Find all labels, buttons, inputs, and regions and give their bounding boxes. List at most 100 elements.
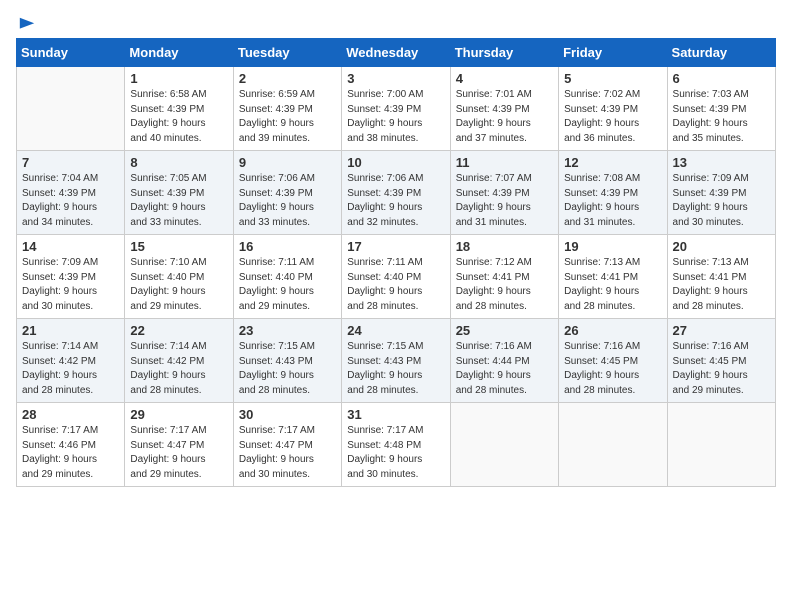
calendar-cell: 14Sunrise: 7:09 AM Sunset: 4:39 PM Dayli…	[17, 235, 125, 319]
calendar-week-row: 1 Sunrise: 6:58 AM Sunset: 4:39 PM Daylig…	[17, 67, 776, 151]
calendar-cell: 24 Sunrise: 7:15 AM Sunset: 4:43 PM Dayli…	[342, 319, 450, 403]
calendar-week-row: 21 Sunrise: 7:14 AM Sunset: 4:42 PM Dayli…	[17, 319, 776, 403]
day-info: Sunrise: 7:09 AM Sunset: 4:39 PM Dayligh…	[22, 256, 119, 314]
day-info: Sunrise: 7:03 AM Sunset: 4:39 PM Dayligh…	[673, 88, 770, 146]
calendar-cell: 1 Sunrise: 6:58 AM Sunset: 4:39 PM Daylig…	[125, 67, 233, 151]
day-info: Sunrise: 7:13 AM Sunset: 4:41 PM Dayligh…	[564, 256, 661, 314]
calendar-cell: 29Sunrise: 7:17 AM Sunset: 4:47 PM Dayli…	[125, 403, 233, 487]
day-info: Sunrise: 7:02 AM Sunset: 4:39 PM Dayligh…	[564, 88, 661, 146]
day-number: 24	[347, 323, 444, 338]
day-number: 19	[564, 239, 661, 254]
calendar-cell: 18 Sunrise: 7:12 AM Sunset: 4:41 PM Dayli…	[450, 235, 558, 319]
calendar-cell: 27 Sunrise: 7:16 AM Sunset: 4:45 PM Dayli…	[667, 319, 775, 403]
calendar-table: SundayMondayTuesdayWednesdayThursdayFrid…	[16, 38, 776, 487]
calendar-cell: 6 Sunrise: 7:03 AM Sunset: 4:39 PM Daylig…	[667, 67, 775, 151]
day-number: 2	[239, 71, 336, 86]
day-number: 7	[22, 155, 119, 170]
calendar-cell	[667, 403, 775, 487]
day-info: Sunrise: 7:05 AM Sunset: 4:39 PM Dayligh…	[130, 172, 227, 230]
calendar-cell: 22 Sunrise: 7:14 AM Sunset: 4:42 PM Dayli…	[125, 319, 233, 403]
calendar-cell: 2 Sunrise: 6:59 AM Sunset: 4:39 PM Daylig…	[233, 67, 341, 151]
day-info: Sunrise: 7:15 AM Sunset: 4:43 PM Dayligh…	[239, 340, 336, 398]
calendar-cell	[559, 403, 667, 487]
calendar-cell: 20 Sunrise: 7:13 AM Sunset: 4:41 PM Dayli…	[667, 235, 775, 319]
day-number: 4	[456, 71, 553, 86]
day-number: 22	[130, 323, 227, 338]
day-info: Sunrise: 7:00 AM Sunset: 4:39 PM Dayligh…	[347, 88, 444, 146]
day-info: Sunrise: 7:16 AM Sunset: 4:45 PM Dayligh…	[673, 340, 770, 398]
day-number: 11	[456, 155, 553, 170]
calendar-cell: 5 Sunrise: 7:02 AM Sunset: 4:39 PM Daylig…	[559, 67, 667, 151]
day-number: 21	[22, 323, 119, 338]
day-number: 6	[673, 71, 770, 86]
calendar-cell: 19 Sunrise: 7:13 AM Sunset: 4:41 PM Dayli…	[559, 235, 667, 319]
day-number: 1	[130, 71, 227, 86]
day-number: 18	[456, 239, 553, 254]
day-number: 28	[22, 407, 119, 422]
day-number: 12	[564, 155, 661, 170]
calendar-cell: 30 Sunrise: 7:17 AM Sunset: 4:47 PM Dayli…	[233, 403, 341, 487]
day-info: Sunrise: 6:58 AM Sunset: 4:39 PM Dayligh…	[130, 88, 227, 146]
day-number: 5	[564, 71, 661, 86]
calendar-cell: 13Sunrise: 7:09 AM Sunset: 4:39 PM Dayli…	[667, 151, 775, 235]
day-info: Sunrise: 7:14 AM Sunset: 4:42 PM Dayligh…	[130, 340, 227, 398]
day-number: 26	[564, 323, 661, 338]
calendar-header-wednesday: Wednesday	[342, 39, 450, 67]
calendar-week-row: 14Sunrise: 7:09 AM Sunset: 4:39 PM Dayli…	[17, 235, 776, 319]
calendar-cell: 28 Sunrise: 7:17 AM Sunset: 4:46 PM Dayli…	[17, 403, 125, 487]
page-header	[16, 16, 776, 30]
day-number: 27	[673, 323, 770, 338]
day-number: 31	[347, 407, 444, 422]
calendar-cell: 23Sunrise: 7:15 AM Sunset: 4:43 PM Dayli…	[233, 319, 341, 403]
logo-flag-icon	[18, 16, 36, 34]
day-info: Sunrise: 6:59 AM Sunset: 4:39 PM Dayligh…	[239, 88, 336, 146]
calendar-cell: 31Sunrise: 7:17 AM Sunset: 4:48 PM Dayli…	[342, 403, 450, 487]
day-info: Sunrise: 7:11 AM Sunset: 4:40 PM Dayligh…	[239, 256, 336, 314]
day-info: Sunrise: 7:14 AM Sunset: 4:42 PM Dayligh…	[22, 340, 119, 398]
day-number: 9	[239, 155, 336, 170]
day-number: 17	[347, 239, 444, 254]
calendar-header-tuesday: Tuesday	[233, 39, 341, 67]
calendar-header-sunday: Sunday	[17, 39, 125, 67]
day-number: 10	[347, 155, 444, 170]
day-info: Sunrise: 7:16 AM Sunset: 4:45 PM Dayligh…	[564, 340, 661, 398]
day-number: 16	[239, 239, 336, 254]
calendar-week-row: 7Sunrise: 7:04 AM Sunset: 4:39 PM Daylig…	[17, 151, 776, 235]
day-info: Sunrise: 7:10 AM Sunset: 4:40 PM Dayligh…	[130, 256, 227, 314]
calendar-cell: 9Sunrise: 7:06 AM Sunset: 4:39 PM Daylig…	[233, 151, 341, 235]
calendar-cell: 8Sunrise: 7:05 AM Sunset: 4:39 PM Daylig…	[125, 151, 233, 235]
day-info: Sunrise: 7:11 AM Sunset: 4:40 PM Dayligh…	[347, 256, 444, 314]
calendar-cell: 7Sunrise: 7:04 AM Sunset: 4:39 PM Daylig…	[17, 151, 125, 235]
day-info: Sunrise: 7:06 AM Sunset: 4:39 PM Dayligh…	[347, 172, 444, 230]
day-number: 30	[239, 407, 336, 422]
calendar-header-row: SundayMondayTuesdayWednesdayThursdayFrid…	[17, 39, 776, 67]
day-info: Sunrise: 7:07 AM Sunset: 4:39 PM Dayligh…	[456, 172, 553, 230]
day-info: Sunrise: 7:15 AM Sunset: 4:43 PM Dayligh…	[347, 340, 444, 398]
day-info: Sunrise: 7:13 AM Sunset: 4:41 PM Dayligh…	[673, 256, 770, 314]
day-info: Sunrise: 7:01 AM Sunset: 4:39 PM Dayligh…	[456, 88, 553, 146]
calendar-cell: 11 Sunrise: 7:07 AM Sunset: 4:39 PM Dayli…	[450, 151, 558, 235]
day-number: 3	[347, 71, 444, 86]
day-number: 20	[673, 239, 770, 254]
day-info: Sunrise: 7:16 AM Sunset: 4:44 PM Dayligh…	[456, 340, 553, 398]
logo	[16, 16, 36, 30]
calendar-cell: 4 Sunrise: 7:01 AM Sunset: 4:39 PM Daylig…	[450, 67, 558, 151]
calendar-cell: 17 Sunrise: 7:11 AM Sunset: 4:40 PM Dayli…	[342, 235, 450, 319]
day-info: Sunrise: 7:12 AM Sunset: 4:41 PM Dayligh…	[456, 256, 553, 314]
calendar-week-row: 28 Sunrise: 7:17 AM Sunset: 4:46 PM Dayli…	[17, 403, 776, 487]
day-number: 29	[130, 407, 227, 422]
day-info: Sunrise: 7:08 AM Sunset: 4:39 PM Dayligh…	[564, 172, 661, 230]
calendar-cell: 16 Sunrise: 7:11 AM Sunset: 4:40 PM Dayli…	[233, 235, 341, 319]
calendar-header-monday: Monday	[125, 39, 233, 67]
day-number: 15	[130, 239, 227, 254]
calendar-header-friday: Friday	[559, 39, 667, 67]
day-number: 25	[456, 323, 553, 338]
calendar-cell: 3 Sunrise: 7:00 AM Sunset: 4:39 PM Daylig…	[342, 67, 450, 151]
day-info: Sunrise: 7:17 AM Sunset: 4:47 PM Dayligh…	[239, 424, 336, 482]
day-info: Sunrise: 7:17 AM Sunset: 4:46 PM Dayligh…	[22, 424, 119, 482]
calendar-cell: 25 Sunrise: 7:16 AM Sunset: 4:44 PM Dayli…	[450, 319, 558, 403]
calendar-cell: 12 Sunrise: 7:08 AM Sunset: 4:39 PM Dayli…	[559, 151, 667, 235]
calendar-cell	[17, 67, 125, 151]
calendar-header-saturday: Saturday	[667, 39, 775, 67]
day-number: 13	[673, 155, 770, 170]
